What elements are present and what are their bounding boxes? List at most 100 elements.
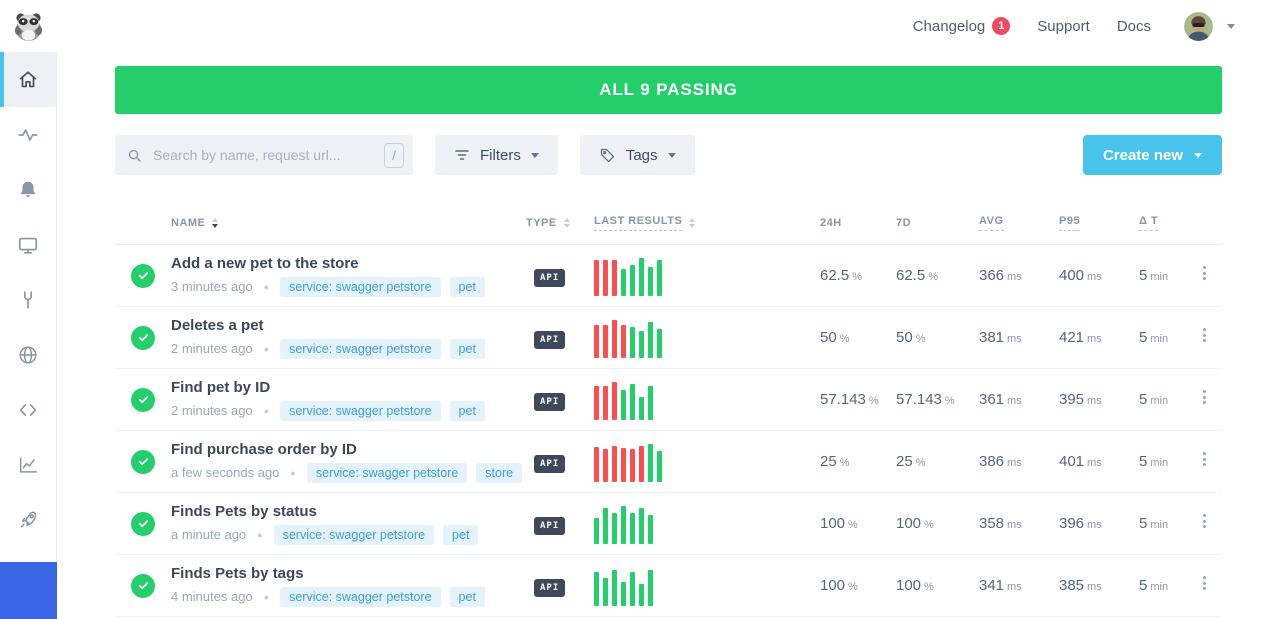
sidebar-item-alerts[interactable]	[0, 162, 56, 217]
stat-value: 57.143	[820, 391, 866, 408]
check-name[interactable]: Finds Pets by tags	[171, 565, 534, 582]
code-icon	[17, 399, 39, 421]
check-tag[interactable]: service: swagger petstore	[280, 401, 440, 421]
check-name[interactable]: Deletes a pet	[171, 317, 534, 334]
sidebar-item-private-locations[interactable]	[0, 327, 56, 382]
check-tag[interactable]: service: swagger petstore	[280, 339, 440, 359]
column-header-delta-t[interactable]: Δ T	[1139, 215, 1199, 231]
check-name[interactable]: Find pet by ID	[171, 379, 534, 396]
row-menu-button[interactable]	[1199, 446, 1210, 473]
result-bar	[639, 397, 644, 420]
type-badge: API	[534, 517, 565, 535]
last-results-chart[interactable]	[594, 380, 820, 420]
last-run-time: a minute ago	[171, 527, 246, 542]
check-tag[interactable]: pet	[450, 587, 485, 607]
check-tag[interactable]: pet	[443, 525, 478, 545]
table-row[interactable]: Add a new pet to the store 3 minutes ago…	[115, 245, 1222, 307]
stat-unit: %	[848, 519, 858, 531]
nav-changelog[interactable]: Changelog 1	[913, 17, 1011, 35]
table-row[interactable]: Finds Pets by tags 4 minutes ago ● servi…	[115, 555, 1222, 617]
sidebar-item-home[interactable]	[0, 52, 56, 107]
column-header-p95[interactable]: P95	[1059, 215, 1139, 231]
type-badge: API	[534, 579, 565, 597]
stat-p95: 401ms	[1059, 453, 1139, 471]
check-tag[interactable]: service: swagger petstore	[280, 277, 440, 297]
check-name[interactable]: Add a new pet to the store	[171, 255, 534, 272]
last-results-chart[interactable]	[594, 442, 820, 482]
table-row[interactable]: Finds Pets by status a minute ago ● serv…	[115, 493, 1222, 555]
check-tag[interactable]: service: swagger petstore	[280, 587, 440, 607]
stat-7d: 50%	[896, 329, 979, 347]
nav-support[interactable]: Support	[1037, 18, 1090, 35]
check-name[interactable]: Find purchase order by ID	[171, 441, 534, 458]
search-box[interactable]: /	[115, 135, 413, 175]
name-cell: Find pet by ID 2 minutes ago ● service: …	[171, 379, 534, 421]
result-bar	[639, 258, 644, 296]
sidebar-item-dashboards[interactable]	[0, 217, 56, 272]
check-tag[interactable]: service: swagger petstore	[307, 463, 467, 483]
filters-button[interactable]: Filters	[435, 135, 558, 175]
column-header-avg[interactable]: AVG	[979, 215, 1059, 231]
table-row[interactable]: Find pet by ID 2 minutes ago ● service: …	[115, 369, 1222, 431]
meta-separator: ●	[290, 468, 295, 478]
check-tag[interactable]: store	[476, 463, 522, 483]
sidebar-item-maintenance[interactable]	[0, 272, 56, 327]
nav-docs[interactable]: Docs	[1117, 18, 1151, 35]
sidebar-item-analytics[interactable]	[0, 437, 56, 492]
check-tag[interactable]: service: swagger petstore	[274, 525, 434, 545]
result-bar	[594, 260, 599, 296]
tags-button[interactable]: Tags	[580, 135, 695, 175]
status-banner[interactable]: ALL 9 PASSING	[115, 66, 1222, 114]
stat-unit: ms	[1087, 581, 1102, 593]
result-bar	[612, 260, 617, 296]
sidebar-item-activity[interactable]	[0, 107, 56, 162]
stat-value: 100	[896, 515, 921, 532]
column-header-24h[interactable]: 24H	[820, 217, 896, 229]
result-bar	[612, 382, 617, 420]
sidebar-item-snippets[interactable]	[0, 382, 56, 437]
table-row[interactable]: Deletes a pet 2 minutes ago ● service: s…	[115, 307, 1222, 369]
check-name[interactable]: Finds Pets by status	[171, 503, 534, 520]
row-menu-button[interactable]	[1199, 384, 1210, 411]
column-header-type[interactable]: TYPE	[526, 217, 586, 229]
rocket-icon	[17, 509, 39, 531]
check-tag[interactable]: pet	[450, 277, 485, 297]
last-results-cell	[594, 566, 820, 606]
user-avatar[interactable]	[1184, 12, 1213, 41]
last-results-chart[interactable]	[594, 504, 820, 544]
stat-unit: ms	[1007, 457, 1022, 469]
stat-24h: 62.5%	[820, 267, 896, 285]
column-header-7d[interactable]: 7D	[896, 217, 979, 229]
column-header-name[interactable]: NAME	[171, 217, 534, 229]
chat-launcher[interactable]	[0, 562, 57, 619]
search-input[interactable]	[151, 146, 384, 164]
column-label: TYPE	[526, 217, 557, 229]
tag-icon	[599, 147, 616, 164]
row-menu-button[interactable]	[1199, 260, 1210, 287]
check-tag[interactable]: pet	[450, 401, 485, 421]
raccoon-logo[interactable]	[13, 11, 44, 42]
check-tag[interactable]: pet	[450, 339, 485, 359]
create-new-button[interactable]: Create new	[1083, 135, 1222, 175]
last-results-cell	[594, 318, 820, 358]
stat-7d: 100%	[896, 515, 979, 533]
last-results-chart[interactable]	[594, 256, 820, 296]
last-run-time: 2 minutes ago	[171, 341, 253, 356]
result-bar	[648, 515, 653, 544]
result-bar	[612, 446, 617, 482]
row-menu-button[interactable]	[1199, 508, 1210, 535]
table-row[interactable]: Find purchase order by ID a few seconds …	[115, 431, 1222, 493]
last-results-chart[interactable]	[594, 318, 820, 358]
last-results-chart[interactable]	[594, 566, 820, 606]
stat-value: 62.5	[820, 267, 849, 284]
result-bar	[657, 329, 662, 358]
column-header-last-results[interactable]: LAST RESULTS	[594, 215, 820, 231]
row-menu-button[interactable]	[1199, 570, 1210, 597]
account-menu[interactable]	[1184, 12, 1235, 41]
stat-unit: min	[1150, 457, 1168, 469]
row-menu-button[interactable]	[1199, 322, 1210, 349]
sort-icon	[689, 218, 695, 228]
status-cell	[115, 264, 171, 288]
stat-unit: %	[916, 457, 926, 469]
sidebar-item-quickstart[interactable]	[0, 492, 56, 547]
